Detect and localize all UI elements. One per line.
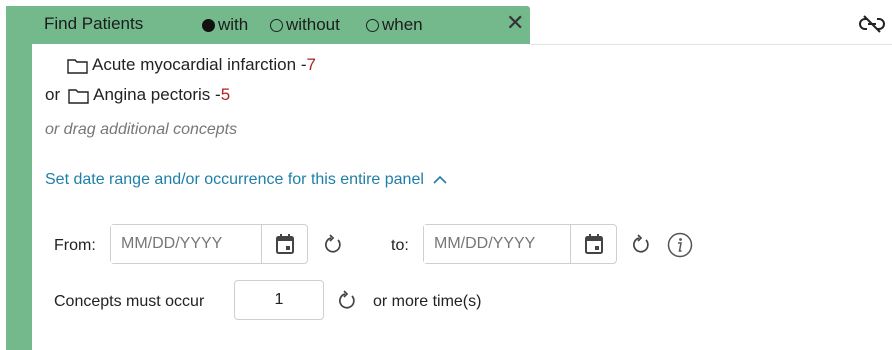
unlink-icon[interactable]	[858, 14, 886, 34]
from-date-group	[110, 224, 308, 264]
date-range-toggle[interactable]: Set date range and/or occurrence for thi…	[45, 171, 448, 189]
calendar-button[interactable]	[570, 225, 616, 263]
radio-with-label: with	[218, 15, 249, 34]
radio-when[interactable]: when	[366, 15, 423, 35]
radio-without[interactable]: without	[270, 15, 340, 35]
calendar-icon	[584, 234, 603, 254]
from-label: From:	[54, 237, 96, 254]
panel-title: Find Patients	[44, 14, 144, 33]
occur-label: Concepts must occur	[54, 293, 205, 310]
divider	[530, 44, 892, 45]
folder-icon	[67, 58, 88, 74]
to-date-input[interactable]	[424, 225, 570, 263]
to-label: to:	[391, 237, 409, 254]
concept-count: 5	[220, 85, 231, 104]
concept-name: Acute myocardial infarction -	[92, 55, 307, 74]
concept-count: 7	[306, 55, 316, 74]
occur-suffix: or more time(s)	[373, 293, 482, 310]
calendar-icon	[275, 234, 294, 254]
radio-dot	[270, 18, 283, 32]
panel-left-bar	[6, 6, 32, 350]
folder-icon	[68, 88, 89, 104]
concept-item[interactable]: Acute myocardial infarction - 7	[67, 55, 316, 75]
or-label: or	[45, 85, 61, 104]
radio-without-label: without	[286, 15, 340, 34]
radio-when-label: when	[382, 15, 423, 34]
chevron-up-icon	[433, 175, 447, 184]
occurrence-count-input[interactable]	[234, 280, 324, 320]
date-range-link-label: Set date range and/or occurrence for thi…	[45, 171, 424, 188]
concept-item[interactable]: or Angina pectoris - 5	[45, 85, 230, 105]
concept-name: Angina pectoris -	[93, 85, 221, 104]
reset-icon[interactable]	[322, 234, 344, 256]
radio-dot	[202, 18, 215, 32]
to-date-group	[423, 224, 617, 264]
drag-hint: or drag additional concepts	[45, 121, 238, 138]
reset-icon[interactable]	[336, 290, 358, 312]
radio-dot	[366, 18, 379, 32]
panel-header: Find Patients with without when ✕	[6, 6, 530, 44]
close-icon[interactable]: ✕	[506, 12, 524, 34]
reset-icon[interactable]	[630, 234, 652, 256]
calendar-button[interactable]	[261, 225, 307, 263]
from-date-input[interactable]	[111, 225, 261, 263]
info-icon[interactable]	[667, 232, 693, 258]
radio-with[interactable]: with	[202, 15, 248, 35]
